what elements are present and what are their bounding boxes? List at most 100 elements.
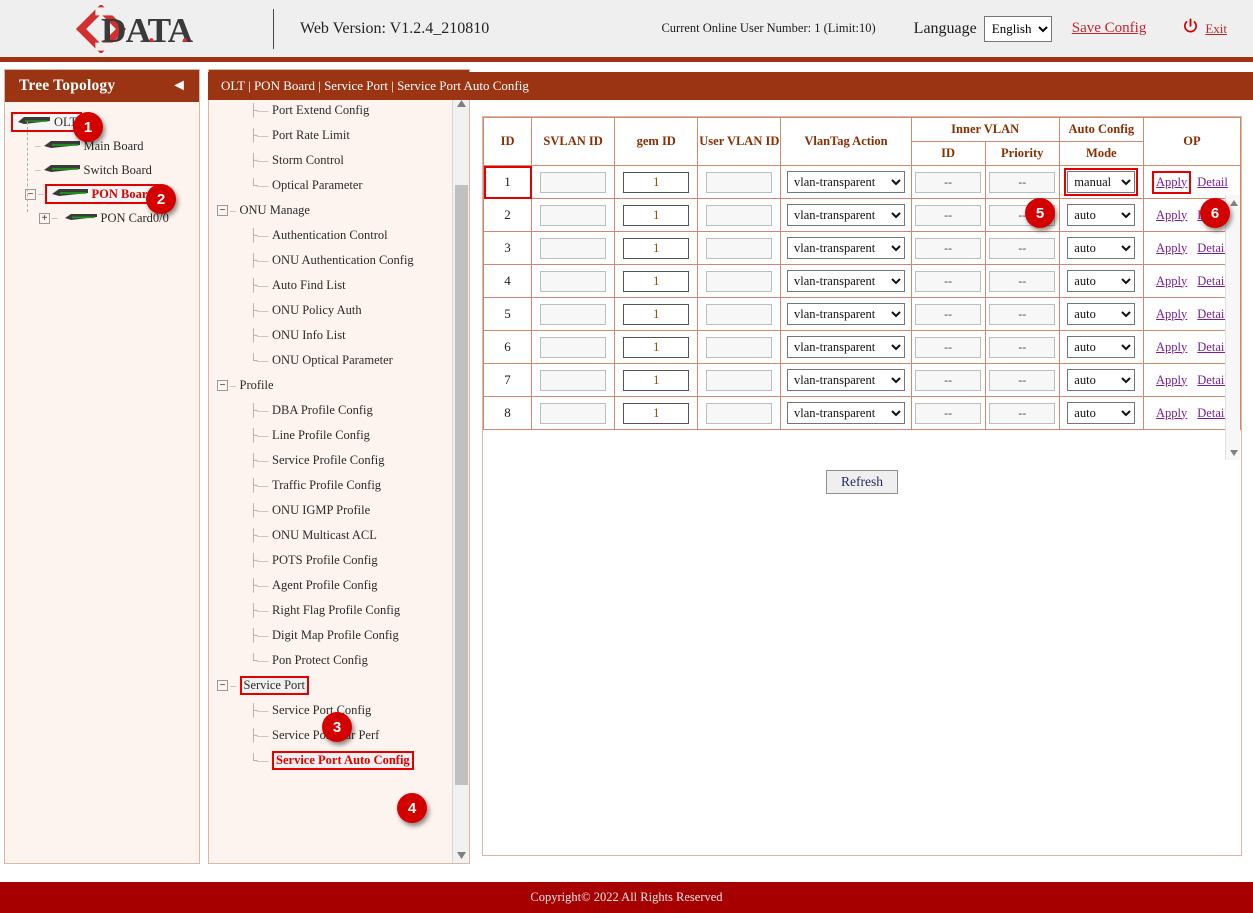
- user-vlan-id-input[interactable]: [706, 205, 772, 226]
- gem-id-input[interactable]: [623, 370, 689, 391]
- auto-config-mode-select[interactable]: manual: [1067, 171, 1135, 193]
- menu-item-onu-multicast-acl[interactable]: ├––ONU Multicast ACL: [209, 523, 454, 548]
- auto-config-mode-select[interactable]: auto: [1067, 303, 1135, 325]
- tree-expander-plus-icon[interactable]: +: [39, 213, 50, 224]
- menu-item-label[interactable]: Service Port: [240, 676, 309, 695]
- menu-item-label[interactable]: Port Rate Limit: [272, 128, 350, 143]
- user-vlan-id-input[interactable]: [706, 370, 772, 391]
- menu-expander-minus-icon[interactable]: −: [217, 680, 228, 691]
- gem-id-input[interactable]: [623, 205, 689, 226]
- apply-link[interactable]: Apply: [1156, 241, 1187, 256]
- gem-id-input[interactable]: [623, 337, 689, 358]
- menu-item-label[interactable]: Storm Control: [272, 153, 344, 168]
- apply-link[interactable]: Apply: [1156, 208, 1187, 223]
- table-scrollbar[interactable]: [1225, 195, 1240, 460]
- refresh-button[interactable]: Refresh: [826, 470, 898, 494]
- collapse-panel-icon[interactable]: ◄: [171, 78, 187, 94]
- vlantag-action-select[interactable]: vlan-transparent: [787, 369, 905, 391]
- menu-item-pots-profile-config[interactable]: ├––POTS Profile Config: [209, 548, 454, 573]
- auto-config-mode-select[interactable]: auto: [1067, 369, 1135, 391]
- detail-link[interactable]: Detail: [1197, 307, 1228, 322]
- svlan-id-input[interactable]: [540, 205, 606, 226]
- menu-item-label[interactable]: POTS Profile Config: [272, 553, 378, 568]
- apply-link[interactable]: Apply: [1156, 373, 1187, 388]
- menu-item-service-profile-config[interactable]: ├––Service Profile Config: [209, 448, 454, 473]
- detail-link[interactable]: Detail: [1197, 274, 1228, 289]
- menu-item-label[interactable]: Auto Find List: [272, 278, 346, 293]
- gem-id-input[interactable]: [623, 238, 689, 259]
- menu-item-label[interactable]: Service Port Config: [272, 703, 371, 718]
- menu-item-onu-info-list[interactable]: ├––ONU Info List: [209, 323, 454, 348]
- user-vlan-id-input[interactable]: [706, 271, 772, 292]
- menu-item-label[interactable]: Optical Parameter: [272, 178, 363, 193]
- menu-item-authentication-control[interactable]: ├––Authentication Control: [209, 223, 454, 248]
- vlantag-action-select[interactable]: vlan-transparent: [787, 237, 905, 259]
- apply-link[interactable]: Apply: [1156, 175, 1187, 190]
- menu-item-label[interactable]: Right Flag Profile Config: [272, 603, 400, 618]
- apply-link[interactable]: Apply: [1156, 340, 1187, 355]
- svlan-id-input[interactable]: [540, 337, 606, 358]
- menu-item-profile[interactable]: −–Profile: [209, 373, 454, 398]
- menu-item-storm-control[interactable]: ├––Storm Control: [209, 148, 454, 173]
- menu-item-agent-profile-config[interactable]: ├––Agent Profile Config: [209, 573, 454, 598]
- menu-item-service-port-auto-config[interactable]: └––Service Port Auto Config: [209, 748, 454, 773]
- vlantag-action-select[interactable]: vlan-transparent: [787, 204, 905, 226]
- user-vlan-id-input[interactable]: [706, 337, 772, 358]
- menu-item-label[interactable]: Pon Protect Config: [272, 653, 368, 668]
- table-scroll-down-icon[interactable]: [1226, 445, 1241, 460]
- menu-item-label[interactable]: ONU Info List: [272, 328, 346, 343]
- auto-config-mode-select[interactable]: auto: [1067, 270, 1135, 292]
- menu-item-onu-policy-auth[interactable]: ├––ONU Policy Auth: [209, 298, 454, 323]
- auto-config-mode-select[interactable]: auto: [1067, 204, 1135, 226]
- menu-item-label[interactable]: ONU Manage: [240, 203, 310, 218]
- menu-scrollbar[interactable]: [452, 95, 469, 864]
- menu-item-port-rate-limit[interactable]: ├––Port Rate Limit: [209, 123, 454, 148]
- vlantag-action-select[interactable]: vlan-transparent: [787, 270, 905, 292]
- apply-link[interactable]: Apply: [1156, 307, 1187, 322]
- menu-scroll-down-icon[interactable]: [453, 847, 470, 864]
- detail-link[interactable]: Detail: [1197, 241, 1228, 256]
- apply-link[interactable]: Apply: [1156, 274, 1187, 289]
- auto-config-mode-select[interactable]: auto: [1067, 237, 1135, 259]
- menu-item-right-flag-profile-config[interactable]: ├––Right Flag Profile Config: [209, 598, 454, 623]
- svlan-id-input[interactable]: [540, 271, 606, 292]
- user-vlan-id-input[interactable]: [706, 403, 772, 424]
- menu-item-label[interactable]: Digit Map Profile Config: [272, 628, 399, 643]
- gem-id-input[interactable]: [623, 304, 689, 325]
- svlan-id-input[interactable]: [540, 370, 606, 391]
- auto-config-mode-select[interactable]: auto: [1067, 336, 1135, 358]
- menu-item-label[interactable]: Service Profile Config: [272, 453, 384, 468]
- svlan-id-input[interactable]: [540, 304, 606, 325]
- menu-item-port-extend-config[interactable]: ├––Port Extend Config: [209, 98, 454, 123]
- menu-item-label[interactable]: ONU Policy Auth: [272, 303, 362, 318]
- menu-expander-minus-icon[interactable]: −: [217, 380, 228, 391]
- menu-item-onu-authentication-config[interactable]: ├––ONU Authentication Config: [209, 248, 454, 273]
- exit-link[interactable]: Exit: [1205, 21, 1227, 37]
- language-select[interactable]: English: [984, 16, 1052, 42]
- menu-item-label[interactable]: Port Extend Config: [272, 103, 369, 118]
- menu-item-onu-igmp-profile[interactable]: ├––ONU IGMP Profile: [209, 498, 454, 523]
- menu-item-label[interactable]: Profile: [240, 378, 274, 393]
- menu-item-label[interactable]: Line Profile Config: [272, 428, 370, 443]
- menu-item-service-port[interactable]: −–Service Port: [209, 673, 454, 698]
- menu-item-label[interactable]: Authentication Control: [272, 228, 388, 243]
- menu-item-traffic-profile-config[interactable]: ├––Traffic Profile Config: [209, 473, 454, 498]
- user-vlan-id-input[interactable]: [706, 172, 772, 193]
- menu-scroll-thumb[interactable]: [455, 185, 468, 785]
- tree-item-main-board[interactable]: – Main Board: [5, 134, 199, 158]
- menu-item-label[interactable]: Agent Profile Config: [272, 578, 378, 593]
- menu-item-label[interactable]: ONU Optical Parameter: [272, 353, 393, 368]
- menu-item-optical-parameter[interactable]: └––Optical Parameter: [209, 173, 454, 198]
- menu-item-dba-profile-config[interactable]: ├––DBA Profile Config: [209, 398, 454, 423]
- user-vlan-id-input[interactable]: [706, 238, 772, 259]
- vlantag-action-select[interactable]: vlan-transparent: [787, 336, 905, 358]
- detail-link[interactable]: Detail: [1197, 406, 1228, 421]
- menu-expander-minus-icon[interactable]: −: [217, 205, 228, 216]
- menu-item-label[interactable]: Service Port Auto Config: [272, 751, 414, 770]
- menu-item-label[interactable]: ONU Authentication Config: [272, 253, 414, 268]
- menu-item-onu-optical-parameter[interactable]: └––ONU Optical Parameter: [209, 348, 454, 373]
- detail-link[interactable]: Detail: [1197, 373, 1228, 388]
- menu-item-label[interactable]: DBA Profile Config: [272, 403, 373, 418]
- menu-item-digit-map-profile-config[interactable]: ├––Digit Map Profile Config: [209, 623, 454, 648]
- menu-item-auto-find-list[interactable]: ├––Auto Find List: [209, 273, 454, 298]
